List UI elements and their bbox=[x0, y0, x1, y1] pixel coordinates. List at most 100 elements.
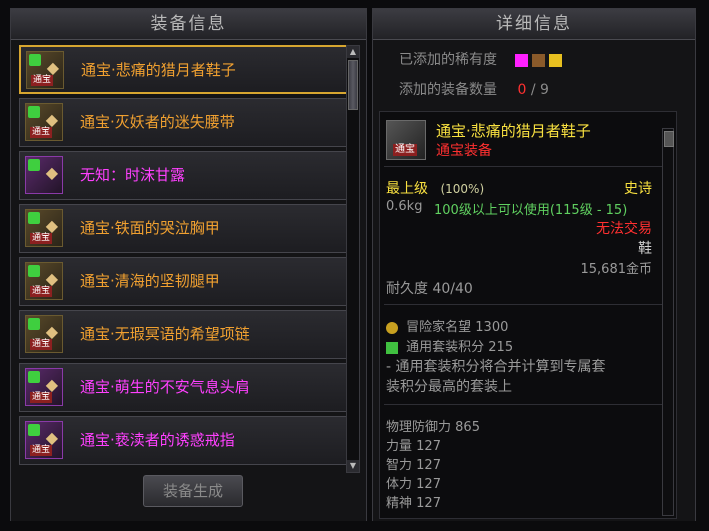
item-detail-name: 通宝·悲痛的猎月者鞋子 bbox=[436, 122, 591, 140]
added-rarity-row: 已添加的稀有度 bbox=[399, 49, 563, 69]
item-tag: 通宝 bbox=[30, 233, 53, 244]
divider bbox=[384, 166, 670, 167]
stat-value: 865 bbox=[455, 420, 480, 435]
item-price: 15,681金币 bbox=[580, 262, 653, 277]
item-grade-percent: (100%) bbox=[440, 182, 485, 196]
item-grade-label: 最上级 bbox=[386, 181, 428, 197]
slot-marker-icon bbox=[28, 212, 40, 224]
equipment-item-name: 通宝·萌生的不安气息头肩 bbox=[80, 378, 250, 396]
chest-armor-icon: ◆ 通宝 bbox=[25, 209, 63, 247]
item-stat-row: 力量 127 bbox=[386, 435, 441, 454]
stat-value: 127 bbox=[416, 458, 441, 473]
item-detail-icon: 通宝 bbox=[386, 120, 426, 160]
equipment-item-name: 通宝·铁面的哭泣胸甲 bbox=[80, 219, 220, 237]
ring-icon: ◆ 通宝 bbox=[25, 421, 63, 459]
item-tag: 通宝 bbox=[30, 392, 53, 403]
added-count-label: 添加的装备数量 bbox=[399, 82, 497, 98]
item-fame: 冒险家名望 1300 bbox=[386, 316, 508, 335]
item-trade-status: 无法交易 bbox=[596, 221, 652, 237]
equipment-list-item[interactable]: ◆ 通宝 通宝·亵渎者的诱惑戒指 bbox=[19, 416, 349, 465]
leg-armor-icon: ◆ 通宝 bbox=[25, 262, 63, 300]
boots-icon: ◆ 通宝 bbox=[26, 51, 64, 89]
detail-info-title: 详细信息 bbox=[373, 9, 695, 40]
item-weight: 0.6kg bbox=[386, 199, 423, 214]
slot-marker-icon bbox=[28, 424, 40, 436]
item-stat-row: 智力 127 bbox=[386, 454, 441, 473]
equipment-list-item[interactable]: ◆ 通宝 通宝·铁面的哭泣胸甲 bbox=[19, 204, 349, 253]
slot-marker-icon bbox=[28, 265, 40, 277]
item-tooltip: 通宝 通宝·悲痛的猎月者鞋子 通宝装备 最上级 (100%) 史诗 0.6kg … bbox=[379, 111, 677, 519]
item-glyph-icon: ◆ bbox=[45, 163, 58, 182]
item-tag: 通宝 bbox=[30, 445, 53, 456]
fame-icon bbox=[386, 321, 398, 334]
equipment-item-name: 通宝·亵渎者的诱惑戒指 bbox=[80, 431, 235, 449]
equipment-list-scrollbar[interactable]: ▲ ▼ bbox=[346, 45, 360, 473]
stat-value: 127 bbox=[416, 496, 441, 511]
equipment-list-item[interactable]: ◆ 通宝 通宝·萌生的不安气息头肩 bbox=[19, 363, 349, 412]
item-note-line1: - 通用套装积分将合并计算到专属套 bbox=[386, 359, 606, 375]
item-level-requirement: 100级以上可以使用(115级 - 15) bbox=[434, 203, 628, 218]
stat-label: 精神 bbox=[386, 496, 413, 511]
item-fame-text: 冒险家名望 1300 bbox=[406, 320, 509, 335]
item-detail-tag: 通宝 bbox=[393, 144, 417, 156]
item-slot: 鞋 bbox=[638, 241, 652, 257]
divider bbox=[384, 304, 670, 305]
tooltip-scrollbar[interactable] bbox=[662, 128, 674, 516]
equipment-list-item[interactable]: ◆ 通宝 通宝·清海的坚韧腿甲 bbox=[19, 257, 349, 306]
item-tag: 通宝 bbox=[30, 339, 53, 350]
tooltip-scroll-thumb[interactable] bbox=[664, 131, 674, 147]
set-score-icon bbox=[386, 341, 398, 354]
belt-icon: ◆ 通宝 bbox=[25, 103, 63, 141]
item-rarity: 史诗 bbox=[624, 181, 652, 197]
divider bbox=[384, 404, 670, 405]
equipment-list-item[interactable]: ◆ 通宝 通宝·无瑕冥语的希望项链 bbox=[19, 310, 349, 359]
equipment-item-name: 无知：时沫甘露 bbox=[80, 166, 186, 184]
equipment-item-name: 通宝·无瑕冥语的希望项链 bbox=[80, 325, 250, 343]
item-stat-row: 精神 127 bbox=[386, 492, 441, 511]
item-stat-row: 体力 127 bbox=[386, 473, 441, 492]
bottom-bar bbox=[0, 521, 709, 531]
equipment-info-panel: 装备信息 ◆ 通宝 通宝·悲痛的猎月者鞋子 ◆ 通宝 通宝·灭妖者的迷失腰带 ◆ 无知：时沫甘… bbox=[10, 8, 367, 526]
rarity-color-swatch bbox=[532, 53, 546, 67]
item-durability: 耐久度 40/40 bbox=[386, 281, 473, 297]
slot-marker-icon bbox=[28, 371, 40, 383]
added-rarity-label: 已添加的稀有度 bbox=[399, 52, 497, 68]
stat-value: 127 bbox=[416, 439, 441, 454]
slot-marker-icon bbox=[28, 159, 40, 171]
rarity-color-swatch bbox=[515, 53, 529, 67]
detail-info-panel: 详细信息 已添加的稀有度 添加的装备数量 0 / 9 通宝 通宝·悲痛的猎月者鞋… bbox=[372, 8, 696, 526]
item-note-line2: 装积分最高的套装上 bbox=[386, 379, 512, 395]
equipment-item-name: 通宝·清海的坚韧腿甲 bbox=[80, 272, 220, 290]
stat-label: 体力 bbox=[386, 477, 413, 492]
equipment-info-title: 装备信息 bbox=[11, 9, 366, 40]
stat-label: 智力 bbox=[386, 458, 413, 473]
item-grade: 最上级 (100%) bbox=[386, 178, 484, 198]
item-tag: 通宝 bbox=[30, 127, 53, 138]
slot-marker-icon bbox=[28, 318, 40, 330]
equipment-list-item[interactable]: ◆ 通宝 通宝·悲痛的猎月者鞋子 bbox=[19, 45, 349, 94]
added-count-separator: / bbox=[530, 82, 536, 98]
stat-label: 物理防御力 bbox=[386, 420, 452, 435]
potion-icon: ◆ bbox=[25, 156, 63, 194]
added-count-total: 9 bbox=[540, 82, 549, 98]
stat-value: 127 bbox=[416, 477, 441, 492]
equipment-list: ◆ 通宝 通宝·悲痛的猎月者鞋子 ◆ 通宝 通宝·灭妖者的迷失腰带 ◆ 无知：时沫甘露 ◆ 通宝通… bbox=[19, 45, 349, 469]
equipment-item-name: 通宝·悲痛的猎月者鞋子 bbox=[81, 61, 236, 79]
equipment-item-name: 通宝·灭妖者的迷失腰带 bbox=[80, 113, 235, 131]
stat-label: 力量 bbox=[386, 439, 413, 454]
item-detail-subtitle: 通宝装备 bbox=[436, 143, 492, 159]
generate-equipment-button[interactable]: 装备生成 bbox=[143, 475, 243, 507]
rarity-color-swatch bbox=[549, 53, 563, 67]
added-count-current: 0 bbox=[517, 82, 527, 98]
item-tag: 通宝 bbox=[30, 286, 53, 297]
scroll-up-icon[interactable]: ▲ bbox=[347, 46, 359, 58]
scroll-down-icon[interactable]: ▼ bbox=[347, 460, 359, 472]
item-tag: 通宝 bbox=[31, 75, 54, 86]
scroll-thumb[interactable] bbox=[348, 60, 358, 110]
item-set-score: 通用套装积分 215 bbox=[386, 336, 513, 355]
slot-marker-icon bbox=[28, 106, 40, 118]
equipment-list-item[interactable]: ◆ 通宝 通宝·灭妖者的迷失腰带 bbox=[19, 98, 349, 147]
equipment-list-item[interactable]: ◆ 无知：时沫甘露 bbox=[19, 151, 349, 200]
item-stat-row: 物理防御力 865 bbox=[386, 416, 480, 435]
slot-marker-icon bbox=[29, 54, 41, 66]
